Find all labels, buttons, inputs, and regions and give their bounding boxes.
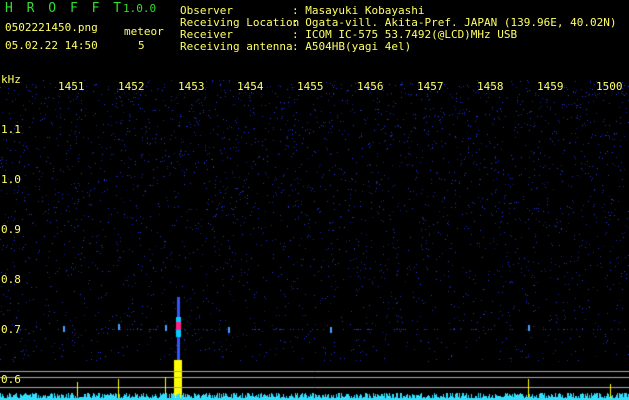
time-tick: 1455 bbox=[297, 80, 324, 93]
app-version: 1.0.0 bbox=[123, 2, 157, 15]
freq-tick: 1.1 bbox=[1, 123, 21, 136]
time-tick: 1459 bbox=[537, 80, 564, 93]
freq-tick: 1.0 bbox=[1, 173, 21, 186]
freq-tick: 0.6 bbox=[1, 373, 21, 386]
time-tick: 1500 bbox=[596, 80, 623, 93]
spectrogram-canvas bbox=[0, 72, 629, 400]
antenna-value: : A504HB(yagi 4el) bbox=[292, 40, 412, 53]
khz-unit-label: kHz bbox=[1, 73, 21, 86]
time-tick: 1457 bbox=[417, 80, 444, 93]
time-tick: 1451 bbox=[58, 80, 85, 93]
meteor-label: meteor bbox=[124, 25, 164, 38]
header-panel: H R O F F T 1.0.0 0502221450.png meteor … bbox=[0, 0, 629, 72]
freq-tick: 0.8 bbox=[1, 273, 21, 286]
antenna-label: Receiving antenna bbox=[180, 40, 293, 53]
time-tick: 1453 bbox=[178, 80, 205, 93]
time-tick: 1454 bbox=[237, 80, 264, 93]
time-tick: 1458 bbox=[477, 80, 504, 93]
freq-tick: 0.9 bbox=[1, 223, 21, 236]
datetime: 05.02.22 14:50 bbox=[5, 39, 98, 52]
app-name: H R O F F T bbox=[5, 1, 125, 16]
time-tick: 1452 bbox=[118, 80, 145, 93]
freq-tick: 0.7 bbox=[1, 323, 21, 336]
time-tick: 1456 bbox=[357, 80, 384, 93]
meteor-count: 5 bbox=[138, 39, 145, 52]
filename: 0502221450.png bbox=[5, 21, 98, 34]
